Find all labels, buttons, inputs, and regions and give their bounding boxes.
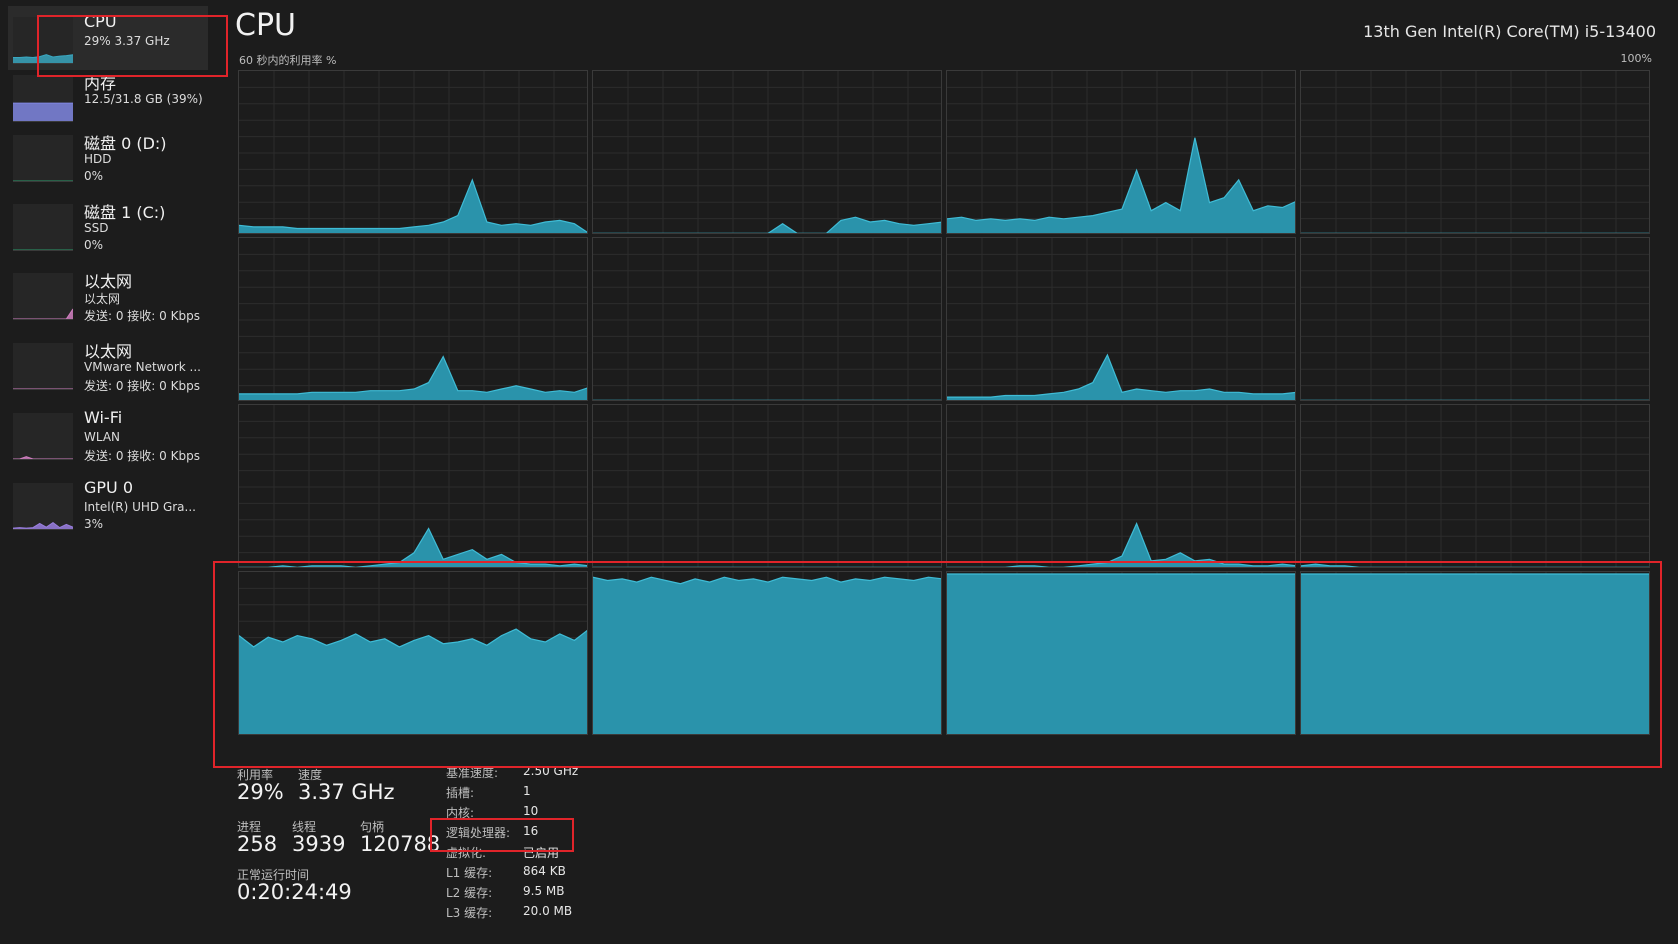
core-graph-4: [238, 237, 588, 401]
core-graph-9: [592, 404, 942, 568]
ethernet-thumbnail: [13, 273, 73, 320]
l1-cache-label: L1 缓存:: [446, 866, 493, 880]
core-graph-6: [946, 237, 1296, 401]
sidebar-item-detail: 3%: [84, 517, 104, 531]
sidebar-item-title: 磁盘 1 (C:): [84, 203, 166, 222]
gpu-mini-graph: [13, 521, 73, 529]
sidebar-item-wifi[interactable]: Wi-Fi WLAN 发送: 0 接收: 0 Kbps: [8, 402, 208, 466]
mini-graph-line: [13, 456, 73, 459]
sidebar-item-subtitle: HDD: [84, 152, 112, 166]
sidebar-item-gpu-0[interactable]: GPU 0 Intel(R) UHD Gra... 3%: [8, 472, 208, 536]
annotation-box-cpu: [37, 15, 228, 77]
speed-value: 3.37 GHz: [298, 780, 395, 804]
sidebar-item-subtitle: 12.5/31.8 GB (39%): [84, 92, 203, 106]
sidebar-item-ethernet-vmware[interactable]: 以太网 VMware Network ... 发送: 0 接收: 0 Kbps: [8, 332, 208, 396]
cores-value: 10: [523, 804, 539, 818]
core-graph-1: [592, 70, 942, 234]
core-graph-10: [946, 404, 1296, 568]
sockets-value: 1: [523, 784, 531, 798]
sidebar-item-disk-1[interactable]: 磁盘 1 (C:) SSD 0%: [8, 193, 208, 257]
l3-cache-label: L3 缓存:: [446, 906, 493, 920]
sidebar-item-detail: 发送: 0 接收: 0 Kbps: [84, 379, 200, 393]
core-usage-area: [1301, 233, 1650, 234]
sidebar-item-subtitle: SSD: [84, 221, 109, 235]
sidebar-item-title: 磁盘 0 (D:): [84, 134, 167, 153]
l2-cache-label: L2 缓存:: [446, 886, 493, 900]
core-graph-3: [1300, 70, 1650, 234]
sidebar-item-detail: 发送: 0 接收: 0 Kbps: [84, 449, 200, 463]
sidebar-item-subtitle: VMware Network ...: [84, 360, 201, 374]
ethernet-vmware-mini-graph: [13, 388, 73, 389]
handles-value: 120788: [360, 832, 441, 856]
page-title: CPU: [235, 8, 296, 43]
core-graph-0: [238, 70, 588, 234]
ethernet-mini-graph: [13, 308, 73, 319]
l3-cache-value: 20.0 MB: [523, 904, 573, 918]
disk-1-thumbnail: [13, 204, 73, 251]
sidebar-item-detail: 发送: 0 接收: 0 Kbps: [84, 309, 200, 323]
cpu-model-name: 13th Gen Intel(R) Core(TM) i5-13400: [1363, 22, 1656, 41]
utilization-value: 29%: [237, 780, 284, 804]
core-usage-area: [1301, 400, 1650, 401]
chart-caption: 60 秒内的利用率 %: [239, 54, 337, 67]
disk-1-mini-graph: [13, 249, 73, 250]
mini-graph-line: [13, 308, 73, 319]
sidebar-item-title: Wi-Fi: [84, 408, 123, 427]
sidebar-item-detail: 0%: [84, 238, 104, 252]
mini-graph-area: [13, 308, 73, 319]
sidebar-item-detail: 0%: [84, 169, 104, 183]
core-graph-8: [238, 404, 588, 568]
mini-graph-area: [13, 103, 73, 121]
l1-cache-value: 864 KB: [523, 864, 566, 878]
core-usage-area: [593, 400, 942, 401]
sidebar: CPU 29% 3.37 GHz 内存 12.5/31.8 GB (39%) 磁…: [0, 0, 215, 944]
threads-value: 3939: [292, 832, 346, 856]
sidebar-item-title: 以太网: [84, 272, 133, 291]
disk-0-thumbnail: [13, 135, 73, 182]
core-graph-5: [592, 237, 942, 401]
core-graph-2: [946, 70, 1296, 234]
sidebar-item-subtitle: Intel(R) UHD Gra...: [84, 500, 196, 514]
memory-thumbnail: [13, 75, 73, 122]
sockets-label: 插槽:: [446, 786, 475, 800]
annotation-box-logical-processors: [430, 818, 574, 852]
gpu-thumbnail: [13, 483, 73, 530]
core-graph-11: [1300, 404, 1650, 568]
ethernet-vmware-thumbnail: [13, 343, 73, 390]
wifi-mini-graph: [13, 456, 73, 459]
processes-value: 258: [237, 832, 278, 856]
sidebar-item-disk-0[interactable]: 磁盘 0 (D:) HDD 0%: [8, 124, 208, 188]
wifi-thumbnail: [13, 413, 73, 460]
annotation-box-last-cores: [213, 561, 1662, 768]
disk-0-mini-graph: [13, 180, 73, 181]
sidebar-item-subtitle: WLAN: [84, 430, 121, 444]
core-graph-7: [1300, 237, 1650, 401]
sidebar-item-ethernet[interactable]: 以太网 以太网 发送: 0 接收: 0 Kbps: [8, 262, 208, 326]
sidebar-item-title: GPU 0: [84, 478, 134, 497]
uptime-value: 0:20:24:49: [237, 880, 352, 904]
chart-max-label: 100%: [1620, 52, 1652, 65]
sidebar-item-subtitle: 以太网: [84, 292, 121, 306]
l2-cache-value: 9.5 MB: [523, 884, 565, 898]
sidebar-item-title: 以太网: [84, 342, 133, 361]
memory-mini-graph: [13, 102, 73, 121]
